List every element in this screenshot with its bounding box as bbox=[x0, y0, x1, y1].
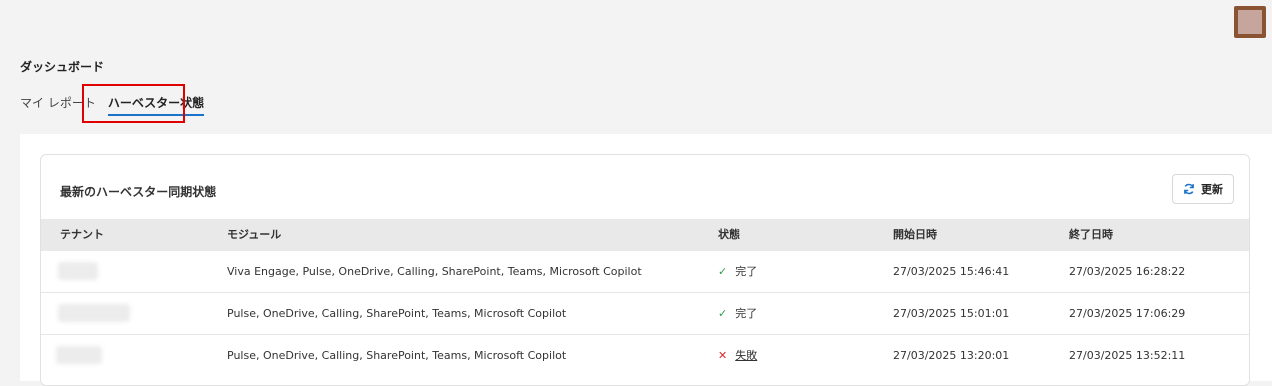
table-row: Pulse, OneDrive, Calling, SharePoint, Te… bbox=[41, 293, 1249, 335]
column-header-start[interactable]: 開始日時 bbox=[893, 219, 937, 251]
start-time-cell: 27/03/2025 15:46:41 bbox=[893, 265, 1010, 278]
sync-status-card: 最新のハーベスター同期状態 更新 テナント モジュール 状態 開始日時 終了日時… bbox=[40, 154, 1250, 386]
modules-cell: Viva Engage, Pulse, OneDrive, Calling, S… bbox=[227, 265, 642, 278]
refresh-icon bbox=[1183, 183, 1195, 195]
refresh-label: 更新 bbox=[1201, 183, 1223, 196]
start-time-cell: 27/03/2025 15:01:01 bbox=[893, 307, 1010, 320]
tenant-name-redacted bbox=[56, 346, 102, 364]
status-failed-link[interactable]: 失敗 bbox=[735, 335, 757, 376]
column-header-tenant[interactable]: テナント bbox=[60, 219, 104, 251]
avatar-image bbox=[1238, 10, 1262, 34]
table-row: Viva Engage, Pulse, OneDrive, Calling, S… bbox=[41, 251, 1249, 293]
page-title: ダッシュボード bbox=[20, 60, 105, 74]
tenant-name-redacted bbox=[58, 304, 130, 322]
refresh-button[interactable]: 更新 bbox=[1172, 174, 1234, 204]
column-header-end[interactable]: 終了日時 bbox=[1069, 219, 1113, 251]
x-icon: ✕ bbox=[718, 349, 728, 362]
tenant-name-redacted bbox=[58, 262, 98, 280]
status-cell: ✓ 完了 bbox=[718, 293, 757, 334]
table-header: テナント モジュール 状態 開始日時 終了日時 bbox=[41, 219, 1249, 251]
end-time-cell: 27/03/2025 17:06:29 bbox=[1069, 307, 1186, 320]
main-panel: 最新のハーベスター同期状態 更新 テナント モジュール 状態 開始日時 終了日時… bbox=[20, 134, 1272, 386]
status-text: 完了 bbox=[735, 307, 758, 320]
column-header-module[interactable]: モジュール bbox=[227, 219, 281, 251]
avatar[interactable] bbox=[1234, 6, 1266, 38]
check-icon: ✓ bbox=[718, 307, 728, 320]
status-cell: ✓ 完了 bbox=[718, 251, 757, 292]
table-row: Pulse, OneDrive, Calling, SharePoint, Te… bbox=[41, 335, 1249, 376]
column-header-status[interactable]: 状態 bbox=[718, 219, 740, 251]
modules-cell: Pulse, OneDrive, Calling, SharePoint, Te… bbox=[227, 307, 567, 320]
check-icon: ✓ bbox=[718, 265, 728, 278]
status-cell: ✕ 失敗 bbox=[718, 335, 757, 376]
modules-cell: Pulse, OneDrive, Calling, SharePoint, Te… bbox=[227, 349, 567, 362]
end-time-cell: 27/03/2025 16:28:22 bbox=[1069, 265, 1186, 278]
status-text: 完了 bbox=[735, 265, 758, 278]
start-time-cell: 27/03/2025 13:20:01 bbox=[893, 349, 1010, 362]
end-time-cell: 27/03/2025 13:52:11 bbox=[1069, 349, 1186, 362]
highlight-box bbox=[82, 84, 185, 123]
card-title: 最新のハーベスター同期状態 bbox=[60, 185, 217, 199]
